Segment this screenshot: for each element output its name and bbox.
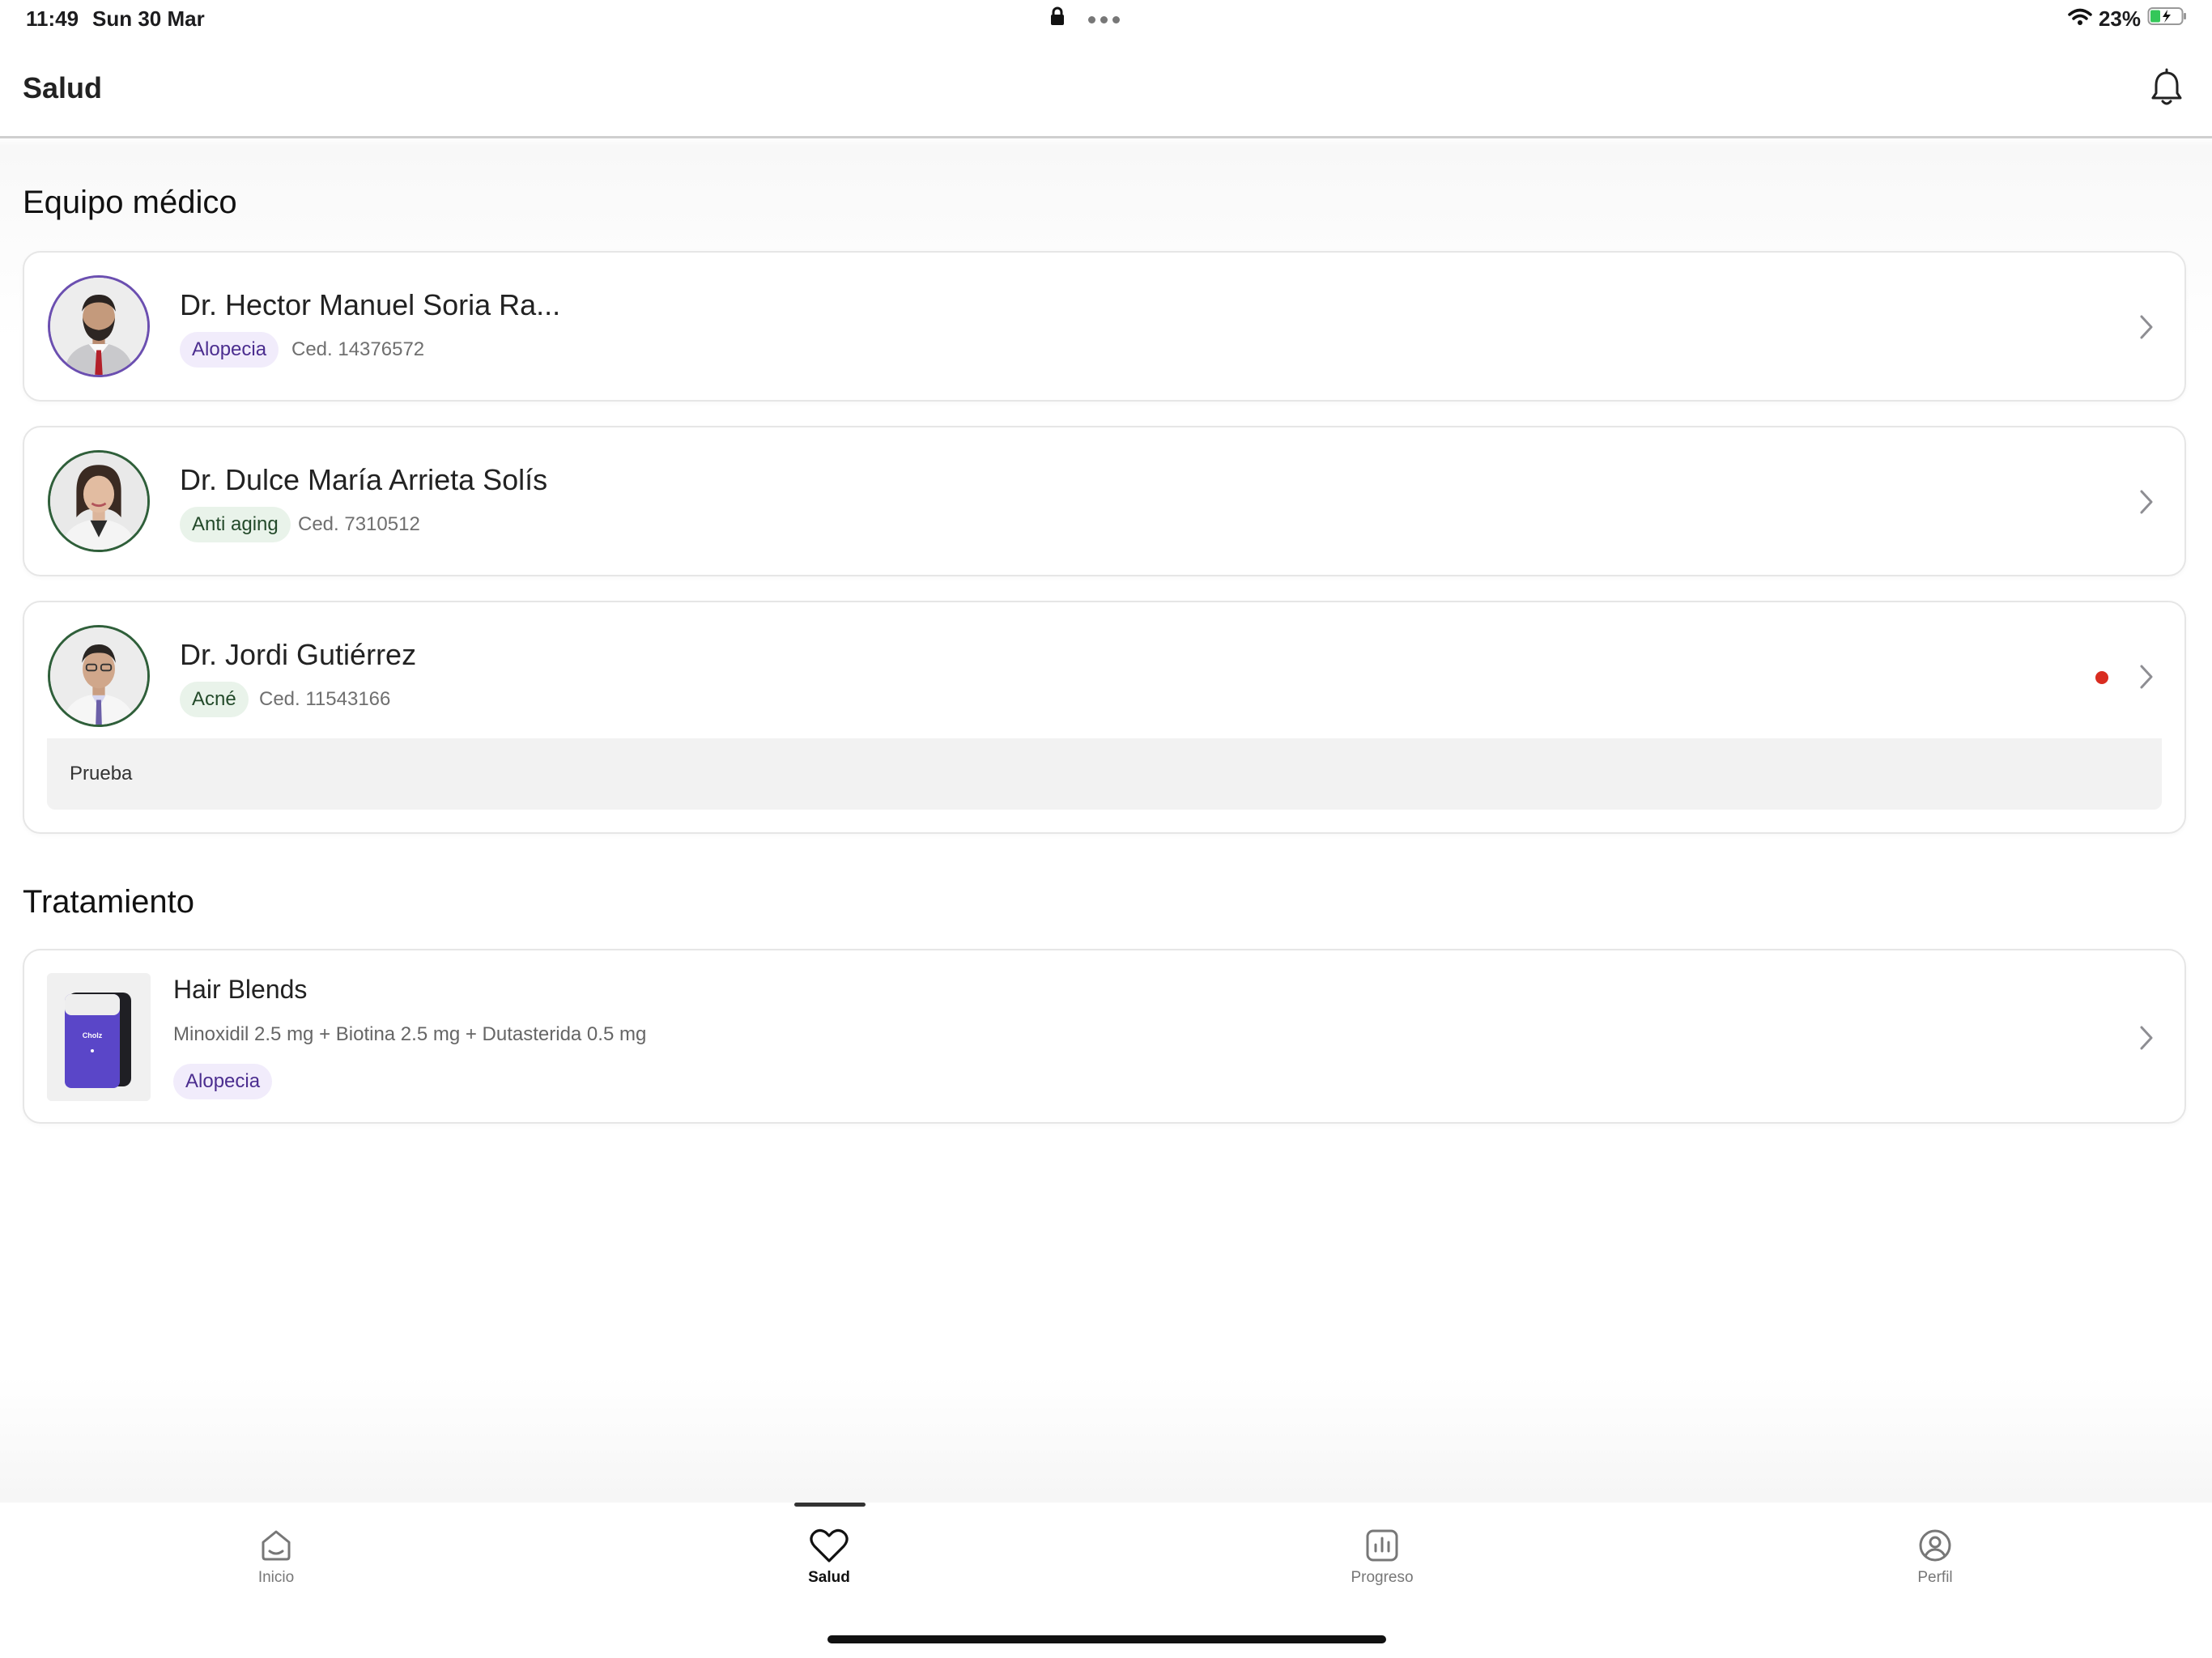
battery-icon — [2147, 6, 2188, 32]
tab-label: Inicio — [257, 1569, 295, 1586]
status-time: 11:49 — [26, 6, 79, 31]
doctor-name: Dr. Jordi Gutiérrez — [180, 638, 417, 671]
tab-label: Progreso — [1351, 1569, 1414, 1586]
tab-perfil[interactable]: Perfil — [1854, 1527, 2016, 1587]
status-date: Sun 30 Mar — [92, 6, 205, 31]
heart-icon — [810, 1528, 849, 1562]
status-right: 23% — [2068, 6, 2188, 32]
product-image: Cholz — [47, 973, 151, 1101]
product-brand: Cholz — [83, 1031, 103, 1039]
treatment-tag: Alopecia — [173, 1064, 273, 1099]
lock-icon — [1049, 6, 1066, 30]
last-message-preview[interactable]: Prueba — [47, 738, 2162, 810]
home-indicator[interactable] — [827, 1635, 1386, 1643]
treatment-description: Minoxidil 2.5 mg + Biotina 2.5 mg + Duta… — [173, 1023, 647, 1045]
last-message-text: Prueba — [70, 763, 133, 784]
specialty-tag: Anti aging — [180, 507, 291, 542]
multitasking-dots-icon[interactable] — [1088, 16, 1120, 23]
treatment-card[interactable]: Cholz Hair Blends Minoxidil 2.5 mg + Bio… — [23, 949, 2186, 1124]
chevron-right-icon — [2140, 1026, 2153, 1050]
doctor-name: Dr. Hector Manuel Soria Ra... — [180, 288, 561, 321]
doctor-avatar — [48, 275, 150, 377]
chart-icon — [1366, 1529, 1398, 1562]
specialty-tag: Alopecia — [180, 332, 279, 368]
tab-label: Salud — [808, 1569, 850, 1586]
tab-salud[interactable]: Salud — [748, 1527, 910, 1587]
license-number: Ced. 11543166 — [259, 688, 391, 710]
active-tab-indicator — [794, 1503, 866, 1507]
treatment-name: Hair Blends — [173, 975, 308, 1004]
specialty-tag: Acné — [180, 682, 249, 717]
doctor-avatar — [48, 450, 150, 552]
doctor-name: Dr. Dulce María Arrieta Solís — [180, 463, 548, 496]
doctor-card[interactable]: Dr. Dulce María Arrieta Solís Anti aging… — [23, 426, 2186, 576]
tab-progreso[interactable]: Progreso — [1301, 1527, 1463, 1587]
chevron-right-icon — [2140, 315, 2153, 339]
bell-icon[interactable] — [2149, 68, 2184, 107]
tab-label: Perfil — [1917, 1569, 1953, 1586]
unread-indicator — [2095, 671, 2108, 684]
license-number: Ced. 7310512 — [298, 513, 420, 535]
doctor-avatar — [48, 625, 150, 727]
chevron-right-icon — [2140, 490, 2153, 514]
chevron-right-icon — [2140, 665, 2153, 689]
wifi-icon — [2068, 6, 2092, 32]
battery-percent: 23% — [2098, 6, 2141, 31]
doctor-card[interactable]: Dr. Hector Manuel Soria Ra... Alopecia C… — [23, 251, 2186, 402]
license-number: Ced. 14376572 — [291, 338, 425, 360]
app-header: Salud — [0, 57, 2212, 138]
doctor-card[interactable]: Dr. Jordi Gutiérrez Acné Ced. 11543166 P… — [23, 601, 2186, 834]
team-section-title: Equipo médico — [23, 185, 237, 220]
home-icon — [262, 1530, 291, 1561]
page-title: Salud — [23, 71, 103, 104]
treatment-section-title: Tratamiento — [23, 884, 194, 920]
status-bar: 11:49 Sun 30 Mar 23% — [0, 0, 2212, 39]
tab-inicio[interactable]: Inicio — [195, 1527, 357, 1587]
profile-icon — [1919, 1529, 1951, 1562]
